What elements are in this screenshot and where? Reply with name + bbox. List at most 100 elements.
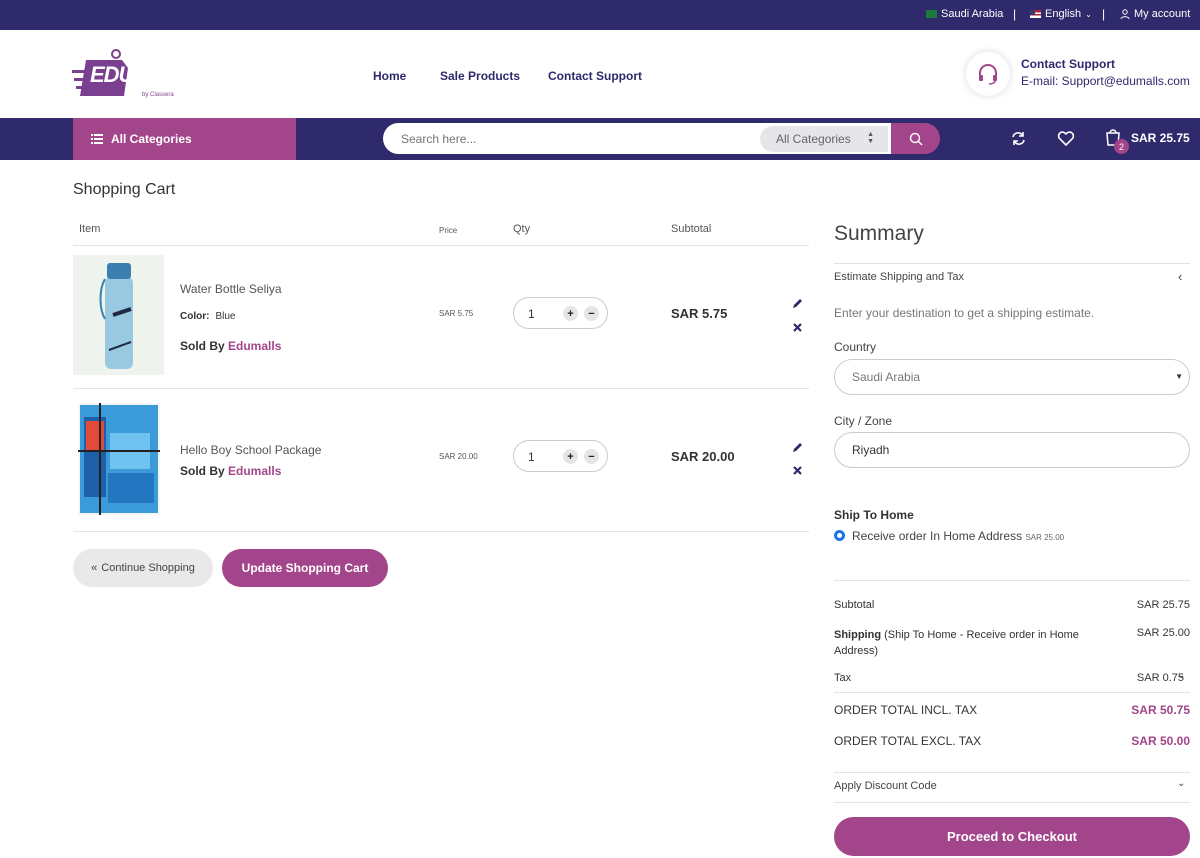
product-name[interactable]: Hello Boy School Package xyxy=(180,443,321,457)
continue-shopping-label: Continue Shopping xyxy=(101,562,195,574)
estimate-shipping-toggle[interactable]: Estimate Shipping and Tax xyxy=(834,271,964,283)
double-chevron-left-icon: « xyxy=(91,562,98,574)
city-label: City / Zone xyxy=(834,414,893,428)
sold-by: Sold By Edumalls xyxy=(180,339,282,353)
chevron-down-icon[interactable]: ⌄ xyxy=(1177,778,1185,789)
estimate-hint: Enter your destination to get a shipping… xyxy=(834,306,1095,320)
shipping-label: Shipping (Ship To Home - Receive order i… xyxy=(834,629,1079,657)
row-subtotal: SAR 5.75 xyxy=(671,306,728,321)
quantity-value[interactable]: 1 xyxy=(528,450,535,464)
headset-icon xyxy=(966,52,1010,96)
search-input[interactable] xyxy=(401,123,751,154)
product-color: Color: Blue xyxy=(180,311,236,322)
shipping-value: SAR 25.00 xyxy=(1136,627,1190,639)
water-bottle-image[interactable] xyxy=(73,255,164,375)
top-bar: Saudi Arabia | English ⌄ | My account xyxy=(0,0,1200,30)
logo-subtext: by Classera xyxy=(142,92,174,98)
subtotal-value: SAR 25.75 xyxy=(1136,599,1190,611)
city-value: Riyadh xyxy=(852,443,890,457)
edit-pencil-icon[interactable] xyxy=(792,298,803,309)
summary-title: Summary xyxy=(834,222,924,245)
column-item: Item xyxy=(79,223,101,235)
chevron-left-icon[interactable]: ‹ xyxy=(1178,269,1182,284)
search-category-label: All Categories xyxy=(776,132,851,146)
divider xyxy=(834,802,1190,803)
seller-link[interactable]: Edumalls xyxy=(228,339,281,353)
divider xyxy=(73,245,809,246)
school-package-image[interactable] xyxy=(78,403,160,515)
chevron-down-icon[interactable]: ⌄ xyxy=(1177,670,1185,681)
my-account-link[interactable]: My account xyxy=(1120,8,1190,20)
column-price: Price xyxy=(439,226,458,235)
all-categories-button[interactable]: All Categories xyxy=(73,118,296,160)
remove-x-icon[interactable] xyxy=(792,465,803,476)
column-subtotal: Subtotal xyxy=(671,223,712,235)
chevron-down-icon: ⌄ xyxy=(1085,9,1092,19)
nav-home[interactable]: Home xyxy=(373,69,406,83)
proceed-to-checkout-button[interactable]: Proceed to Checkout xyxy=(834,817,1190,856)
page-title: Shopping Cart xyxy=(73,181,176,198)
search-icon xyxy=(909,132,922,145)
nav-contact-support[interactable]: Contact Support xyxy=(548,69,642,83)
nav-sale-products[interactable]: Sale Products xyxy=(440,69,520,83)
column-qty: Qty xyxy=(513,223,531,235)
total-excl-label: ORDER TOTAL EXCL. TAX xyxy=(834,734,982,748)
total-incl-value: SAR 50.75 xyxy=(1131,703,1190,717)
decrease-qty-button[interactable]: − xyxy=(584,306,599,321)
update-cart-button[interactable]: Update Shopping Cart xyxy=(222,549,388,587)
support-title: Contact Support xyxy=(1021,57,1115,71)
subtotal-label: Subtotal xyxy=(834,599,875,611)
support-email[interactable]: E-mail: Support@edumalls.com xyxy=(1021,74,1190,88)
quantity-stepper[interactable]: 1 + − xyxy=(513,297,608,329)
increase-qty-button[interactable]: + xyxy=(563,449,578,464)
apply-discount-toggle[interactable]: Apply Discount Code xyxy=(834,780,937,792)
country-value: Saudi Arabia xyxy=(852,370,921,384)
row-subtotal: SAR 20.00 xyxy=(671,449,735,464)
country-label: Country xyxy=(834,340,877,354)
my-account-label: My account xyxy=(1134,8,1191,20)
search-category-select[interactable]: All Categories ▲ ▼ xyxy=(760,126,888,152)
tax-label: Tax xyxy=(834,672,852,684)
city-input[interactable]: Riyadh xyxy=(834,432,1190,468)
divider xyxy=(73,388,809,389)
language-label: English xyxy=(1045,8,1082,20)
wishlist-heart-icon[interactable] xyxy=(1057,130,1075,147)
cart-total[interactable]: SAR 25.75 xyxy=(1131,131,1190,145)
ship-home-radio[interactable] xyxy=(834,530,845,541)
ship-to-home-title: Ship To Home xyxy=(834,508,914,522)
divider: | xyxy=(1102,7,1106,21)
quantity-value[interactable]: 1 xyxy=(528,307,535,321)
logo-text: EDU malls xyxy=(90,62,191,87)
country-select[interactable]: Saudi Arabia ▼ xyxy=(834,359,1190,395)
country-selector[interactable]: Saudi Arabia xyxy=(926,8,1003,20)
product-name[interactable]: Water Bottle Seliya xyxy=(180,282,282,296)
divider xyxy=(73,531,809,532)
divider xyxy=(834,772,1190,773)
caret-down-icon: ▼ xyxy=(1175,372,1183,381)
divider xyxy=(834,263,1190,264)
total-excl-value: SAR 50.00 xyxy=(1131,734,1190,748)
quantity-stepper[interactable]: 1 + − xyxy=(513,440,608,472)
edit-pencil-icon[interactable] xyxy=(792,442,803,453)
all-categories-label: All Categories xyxy=(111,132,192,146)
search-button[interactable] xyxy=(891,123,940,154)
edumalls-logo[interactable]: EDU malls by Classera xyxy=(72,48,196,104)
us-flag-icon xyxy=(1030,10,1041,18)
ship-home-option[interactable]: Receive order In Home Address SAR 25.00 xyxy=(852,529,1064,543)
seller-link[interactable]: Edumalls xyxy=(228,464,281,478)
list-icon xyxy=(91,134,103,144)
remove-x-icon[interactable] xyxy=(792,322,803,333)
compare-icon[interactable] xyxy=(1010,130,1027,147)
total-incl-label: ORDER TOTAL INCL. TAX xyxy=(834,703,978,717)
product-price: SAR 5.75 xyxy=(439,309,474,318)
language-selector[interactable]: English ⌄ xyxy=(1030,8,1092,20)
ship-option-price: SAR 25.00 xyxy=(1025,533,1065,542)
cart-count-badge: 2 xyxy=(1114,139,1129,154)
increase-qty-button[interactable]: + xyxy=(563,306,578,321)
sold-by: Sold By Edumalls xyxy=(180,464,282,478)
country-label: Saudi Arabia xyxy=(941,8,1004,20)
select-arrows-icon: ▲ ▼ xyxy=(867,131,874,145)
product-price: SAR 20.00 xyxy=(439,452,478,461)
continue-shopping-button[interactable]: « Continue Shopping xyxy=(73,549,213,587)
decrease-qty-button[interactable]: − xyxy=(584,449,599,464)
